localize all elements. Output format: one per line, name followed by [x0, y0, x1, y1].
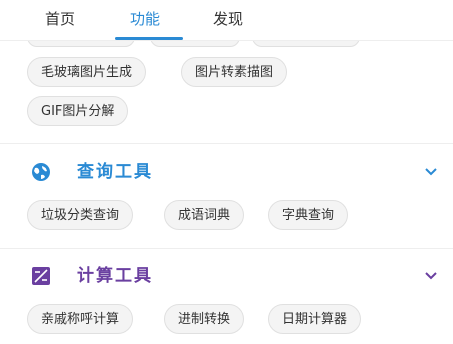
app-root: 首页 功能 发现 毛玻璃图片生成 图片转素描图 GIF图片分解 查询工具 垃圾分… — [0, 0, 453, 344]
tab-discover[interactable]: 发现 — [213, 9, 243, 29]
chip-image-to-sketch[interactable]: 图片转素描图 — [181, 57, 288, 87]
top-tab-bar: 首页 功能 发现 — [0, 0, 453, 41]
section-header-calc[interactable]: 计算工具 — [0, 258, 453, 294]
chip-character-dictionary[interactable]: 字典查询 — [268, 200, 349, 230]
globe-icon — [32, 163, 50, 181]
section-divider — [0, 248, 453, 249]
chip-date-calculator[interactable]: 日期计算器 — [268, 304, 362, 334]
section-divider — [0, 143, 453, 144]
chevron-down-icon[interactable] — [424, 167, 438, 177]
chip-relative-title-calc[interactable]: 亲戚称呼计算 — [27, 304, 134, 334]
tab-home[interactable]: 首页 — [45, 9, 75, 29]
chip-gif-decompose[interactable]: GIF图片分解 — [27, 96, 129, 126]
active-tab-indicator — [115, 37, 183, 40]
section-title-calc: 计算工具 — [77, 266, 153, 286]
tab-functions[interactable]: 功能 — [130, 9, 160, 29]
calculator-icon — [32, 267, 50, 285]
chip-idiom-dictionary[interactable]: 成语词典 — [164, 200, 245, 230]
chevron-down-icon[interactable] — [424, 271, 438, 281]
chip-base-conversion[interactable]: 进制转换 — [164, 304, 245, 334]
chip-frosted-glass-image[interactable]: 毛玻璃图片生成 — [27, 57, 147, 87]
chip-garbage-classification[interactable]: 垃圾分类查询 — [27, 200, 134, 230]
section-title-query: 查询工具 — [77, 162, 153, 182]
section-header-query[interactable]: 查询工具 — [0, 154, 453, 190]
